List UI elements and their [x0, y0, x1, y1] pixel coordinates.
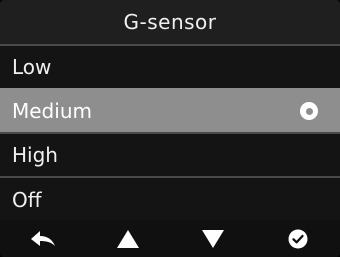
menu-item-off[interactable]: Off [0, 176, 340, 222]
up-button[interactable] [98, 220, 158, 257]
page-title: G-sensor [0, 0, 340, 44]
back-button[interactable] [13, 220, 73, 257]
triangle-up-icon [116, 229, 139, 248]
triangle-down-icon [201, 229, 224, 248]
menu-item-label: Off [12, 188, 42, 212]
menu-item-medium[interactable]: Medium [0, 88, 340, 132]
menu-item-label: Low [12, 55, 52, 79]
menu-item-label: High [12, 143, 58, 167]
g-sensor-settings-screen: G-sensor Low Medium High Off [0, 0, 340, 257]
menu-item-label: Medium [12, 99, 92, 123]
menu-item-high[interactable]: High [0, 132, 340, 176]
radio-selected-icon [300, 102, 318, 120]
g-sensor-options-list: Low Medium High Off [0, 44, 340, 222]
navigation-button-bar [0, 220, 340, 257]
back-arrow-icon [30, 230, 55, 246]
down-button[interactable] [183, 220, 243, 257]
menu-item-low[interactable]: Low [0, 44, 340, 88]
check-circle-icon [288, 229, 307, 248]
page-title-text: G-sensor [123, 10, 217, 34]
confirm-button[interactable] [268, 220, 328, 257]
